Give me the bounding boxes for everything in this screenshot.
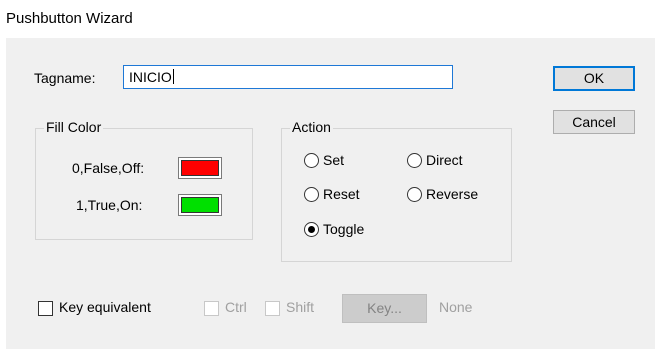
radio-direct[interactable]	[407, 153, 422, 168]
pushbutton-wizard-window: Pushbutton Wizard Tagname: INICIO OK Can…	[0, 0, 655, 349]
on-color-swatch[interactable]	[178, 194, 222, 216]
dialog-panel: Tagname: INICIO OK Cancel Fill Color 0,F…	[6, 38, 655, 349]
ok-button[interactable]: OK	[553, 66, 635, 91]
radio-reverse-label[interactable]: Reverse	[426, 186, 478, 202]
key-equivalent-checkbox[interactable]	[38, 301, 53, 316]
radio-reset-label[interactable]: Reset	[323, 186, 360, 202]
radio-selected-dot	[308, 226, 315, 233]
tagname-value: INICIO	[129, 69, 172, 85]
fill-color-group: Fill Color 0,False,Off: 1,True,On:	[35, 119, 253, 240]
radio-toggle[interactable]	[304, 222, 319, 237]
key-button[interactable]: Key...	[342, 294, 427, 323]
radio-reset[interactable]	[304, 187, 319, 202]
off-color-fill	[181, 160, 219, 176]
key-equivalent-label[interactable]: Key equivalent	[59, 299, 151, 315]
radio-direct-label[interactable]: Direct	[426, 152, 463, 168]
on-color-label: 1,True,On:	[76, 197, 143, 213]
shift-checkbox[interactable]	[265, 301, 280, 316]
on-color-fill	[181, 197, 219, 213]
ctrl-checkbox[interactable]	[204, 301, 219, 316]
tagname-input[interactable]: INICIO	[123, 65, 453, 89]
radio-set[interactable]	[304, 153, 319, 168]
cancel-button[interactable]: Cancel	[553, 110, 635, 134]
tagname-label: Tagname:	[34, 70, 96, 86]
off-color-swatch[interactable]	[178, 157, 222, 179]
action-group-title: Action	[290, 119, 333, 135]
key-value-text: None	[439, 299, 473, 315]
fill-color-group-title: Fill Color	[44, 119, 104, 135]
radio-reverse[interactable]	[407, 187, 422, 202]
window-title: Pushbutton Wizard	[6, 10, 133, 27]
ctrl-label: Ctrl	[225, 299, 247, 315]
shift-label: Shift	[286, 299, 315, 315]
action-group: Action Set Direct Reset Reverse Toggle	[281, 119, 512, 262]
off-color-label: 0,False,Off:	[72, 160, 145, 176]
text-caret	[172, 69, 174, 84]
radio-toggle-label[interactable]: Toggle	[323, 221, 364, 237]
radio-set-label[interactable]: Set	[323, 152, 344, 168]
